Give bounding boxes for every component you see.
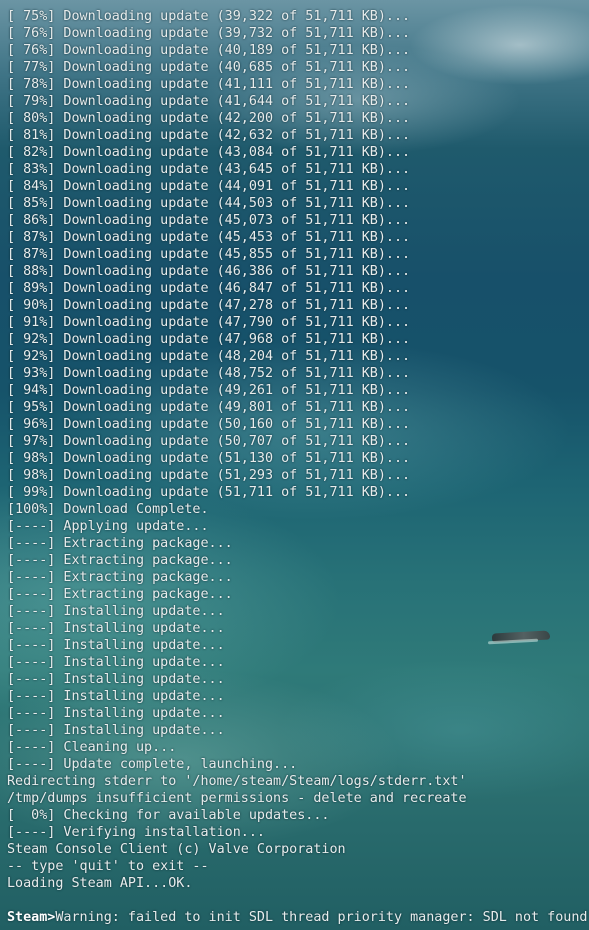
output-line xyxy=(7,892,587,909)
output-line: [----] Installing update... xyxy=(7,621,225,636)
output-line: [ 98%] Downloading update (51,293 of 51,… xyxy=(7,468,411,483)
output-line: [----] Extracting package... xyxy=(7,570,233,585)
output-line: [----] Installing update... xyxy=(7,604,225,619)
output-line: [ 83%] Downloading update (43,645 of 51,… xyxy=(7,162,411,177)
output-line: Redirecting stderr to '/home/steam/Steam… xyxy=(7,774,467,789)
steam-prompt: Steam> xyxy=(7,910,56,925)
output-line: [ 92%] Downloading update (47,968 of 51,… xyxy=(7,332,411,347)
output-line: [ 92%] Downloading update (48,204 of 51,… xyxy=(7,349,411,364)
output-line: Loading Steam API...OK. xyxy=(7,876,193,891)
output-line: [----] Update complete, launching... xyxy=(7,757,298,772)
output-line: [----] Installing update... xyxy=(7,706,225,721)
output-line: Steam Console Client (c) Valve Corporati… xyxy=(7,842,346,857)
output-line: [ 82%] Downloading update (43,084 of 51,… xyxy=(7,145,411,160)
output-line: -- type 'quit' to exit -- xyxy=(7,859,209,874)
output-line: [ 76%] Downloading update (40,189 of 51,… xyxy=(7,43,411,58)
prompt-output: Warning: failed to init SDL thread prior… xyxy=(55,910,588,925)
output-line: [ 88%] Downloading update (46,386 of 51,… xyxy=(7,264,411,279)
output-line: [----] Extracting package... xyxy=(7,587,233,602)
output-line: [ 87%] Downloading update (45,453 of 51,… xyxy=(7,230,411,245)
output-line: [ 96%] Downloading update (50,160 of 51,… xyxy=(7,417,411,432)
output-line: /tmp/dumps insufficient permissions - de… xyxy=(7,791,467,806)
output-line: [ 91%] Downloading update (47,790 of 51,… xyxy=(7,315,411,330)
output-line: [ 93%] Downloading update (48,752 of 51,… xyxy=(7,366,411,381)
output-line: [----] Extracting package... xyxy=(7,553,233,568)
output-line: [ 94%] Downloading update (49,261 of 51,… xyxy=(7,383,411,398)
output-line: [ 86%] Downloading update (45,073 of 51,… xyxy=(7,213,411,228)
output-line: [----] Installing update... xyxy=(7,672,225,687)
output-line: [----] Verifying installation... xyxy=(7,825,265,840)
output-line: [100%] Download Complete. xyxy=(7,502,209,517)
output-line: [ 81%] Downloading update (42,632 of 51,… xyxy=(7,128,411,143)
output-line: [ 78%] Downloading update (41,111 of 51,… xyxy=(7,77,411,92)
output-line: [----] Installing update... xyxy=(7,638,225,653)
output-line: [----] Cleaning up... xyxy=(7,740,177,755)
output-line: [----] Installing update... xyxy=(7,689,225,704)
output-line: [ 87%] Downloading update (45,855 of 51,… xyxy=(7,247,411,262)
output-line: [ 76%] Downloading update (39,732 of 51,… xyxy=(7,26,411,41)
output-line: [ 84%] Downloading update (44,091 of 51,… xyxy=(7,179,411,194)
output-line: [ 77%] Downloading update (40,685 of 51,… xyxy=(7,60,411,75)
output-line: [----] Extracting package... xyxy=(7,536,233,551)
output-line: [ 75%] Downloading update (39,322 of 51,… xyxy=(7,9,411,24)
output-line: [----] Installing update... xyxy=(7,723,225,738)
output-line: [ 0%] Checking for available updates... xyxy=(7,808,330,823)
prompt-line[interactable]: Steam>Warning: failed to init SDL thread… xyxy=(7,909,587,926)
output-line: [ 97%] Downloading update (50,707 of 51,… xyxy=(7,434,411,449)
output-line: [----] Applying update... xyxy=(7,519,209,534)
output-line: [ 95%] Downloading update (49,801 of 51,… xyxy=(7,400,411,415)
terminal-output: [ 75%] Downloading update (39,322 of 51,… xyxy=(7,8,587,926)
output-line: [ 79%] Downloading update (41,644 of 51,… xyxy=(7,94,411,109)
output-line: [ 85%] Downloading update (44,503 of 51,… xyxy=(7,196,411,211)
output-line: [----] Installing update... xyxy=(7,655,225,670)
output-line: [ 99%] Downloading update (51,711 of 51,… xyxy=(7,485,411,500)
terminal-window[interactable]: [ 75%] Downloading update (39,322 of 51,… xyxy=(0,0,589,930)
output-line: [ 90%] Downloading update (47,278 of 51,… xyxy=(7,298,411,313)
output-line: [ 80%] Downloading update (42,200 of 51,… xyxy=(7,111,411,126)
output-line: [ 89%] Downloading update (46,847 of 51,… xyxy=(7,281,411,296)
output-line: [ 98%] Downloading update (51,130 of 51,… xyxy=(7,451,411,466)
